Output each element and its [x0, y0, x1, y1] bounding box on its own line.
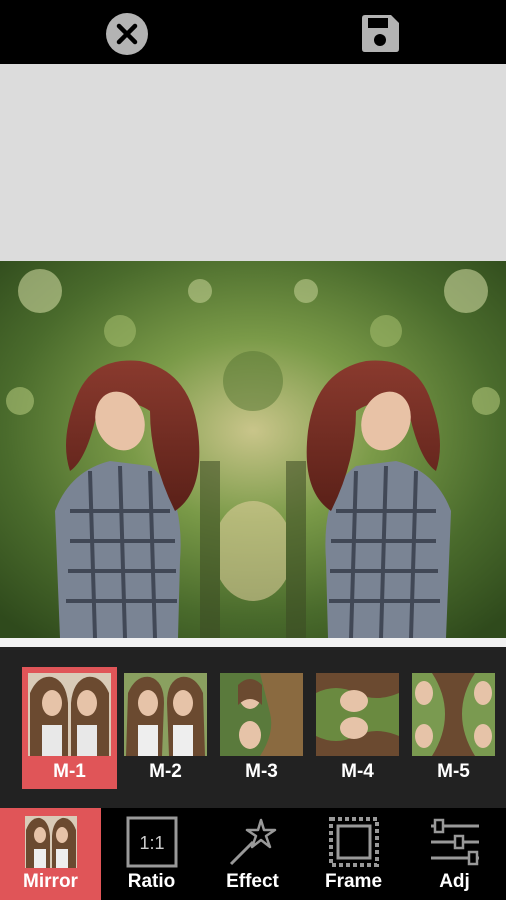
frame-icon — [328, 816, 380, 868]
svg-text:1:1: 1:1 — [139, 833, 164, 853]
preset-m3-thumbnail — [220, 673, 303, 756]
tool-adj[interactable]: Adj — [404, 808, 505, 900]
preset-label: M-2 — [149, 761, 182, 782]
tool-frame[interactable]: Frame — [303, 808, 404, 900]
preset-m1[interactable]: M-1 — [22, 667, 117, 789]
sliders-icon — [429, 816, 481, 868]
edit-canvas[interactable] — [0, 64, 506, 647]
preset-label: M-3 — [245, 761, 278, 782]
tool-mirror[interactable]: Mirror — [0, 808, 101, 900]
close-button[interactable] — [105, 12, 149, 56]
save-icon — [362, 15, 399, 52]
preset-m2-thumbnail — [124, 673, 207, 756]
mirrored-photo[interactable] — [0, 261, 506, 638]
preset-m2[interactable]: M-2 — [118, 667, 213, 789]
tool-label: Frame — [324, 871, 383, 892]
tool-label: Ratio — [127, 871, 176, 892]
magic-wand-icon — [227, 816, 279, 868]
tool-ratio[interactable]: 1:1 Ratio — [101, 808, 202, 900]
preset-list: M-1 M-2 M-3 M-4 M-5 — [0, 667, 506, 789]
mirror-presets-panel: M-1 M-2 M-3 M-4 M-5 — [0, 647, 506, 808]
top-toolbar — [0, 0, 506, 64]
ratio-icon: 1:1 — [126, 816, 178, 868]
preset-label: M-4 — [341, 761, 374, 782]
tool-label: Adj — [439, 871, 470, 892]
tool-label: Effect — [226, 871, 279, 892]
photo-border — [0, 638, 506, 647]
save-button[interactable] — [358, 12, 402, 56]
tool-effect[interactable]: Effect — [202, 808, 303, 900]
tool-label: Mirror — [23, 871, 78, 892]
preset-m3[interactable]: M-3 — [214, 667, 309, 789]
preset-m5-thumbnail — [412, 673, 495, 756]
bottom-toolbar: Mirror 1:1 Ratio Effect Frame Adj — [0, 808, 506, 900]
preset-m5[interactable]: M-5 — [406, 667, 501, 789]
preset-label: M-1 — [53, 761, 86, 782]
preset-label: M-5 — [437, 761, 470, 782]
preset-m1-thumbnail — [28, 673, 111, 756]
mirror-thumbnail-icon — [25, 816, 77, 868]
preset-m4[interactable]: M-4 — [310, 667, 405, 789]
close-icon — [106, 13, 148, 55]
preset-m4-thumbnail — [316, 673, 399, 756]
